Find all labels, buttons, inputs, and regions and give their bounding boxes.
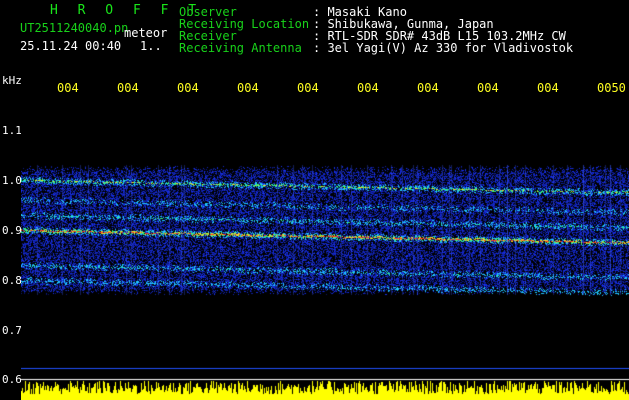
y-axis-unit: kHz: [2, 74, 22, 87]
antenna-label: Receiving Antenna: [179, 41, 302, 55]
x-tick-label: 004: [537, 81, 559, 95]
x-tick-label: 004: [417, 81, 439, 95]
file-type: meteor: [124, 26, 168, 40]
date-time: 25.11.24 00:40: [20, 39, 122, 53]
spectrogram-plot: [21, 100, 629, 400]
y-tick-label: 1.0: [2, 174, 22, 187]
x-tick-label: 004: [177, 81, 199, 95]
hrofft-spectrogram-window: H R O F F T UT2511240040.pn meteor 25.11…: [0, 0, 629, 400]
page-indicator: 1..: [140, 39, 162, 53]
file-name: UT2511240040.pn: [20, 21, 129, 35]
y-tick-label: 0.6: [2, 373, 22, 386]
x-tick-label: 004: [57, 81, 79, 95]
x-tick-label: 004: [297, 81, 319, 95]
x-tick-label: 0050: [597, 81, 626, 95]
y-tick-label: 0.9: [2, 224, 22, 237]
y-tick-label: 0.7: [2, 324, 22, 337]
x-tick-label: 004: [117, 81, 139, 95]
y-tick-label: 1.1: [2, 124, 22, 137]
x-tick-label: 004: [237, 81, 259, 95]
x-tick-label: 004: [477, 81, 499, 95]
x-tick-label: 004: [357, 81, 379, 95]
antenna-value: : 3el Yagi(V) Az 330 for Vladivostok: [313, 41, 574, 55]
y-tick-label: 0.8: [2, 274, 22, 287]
